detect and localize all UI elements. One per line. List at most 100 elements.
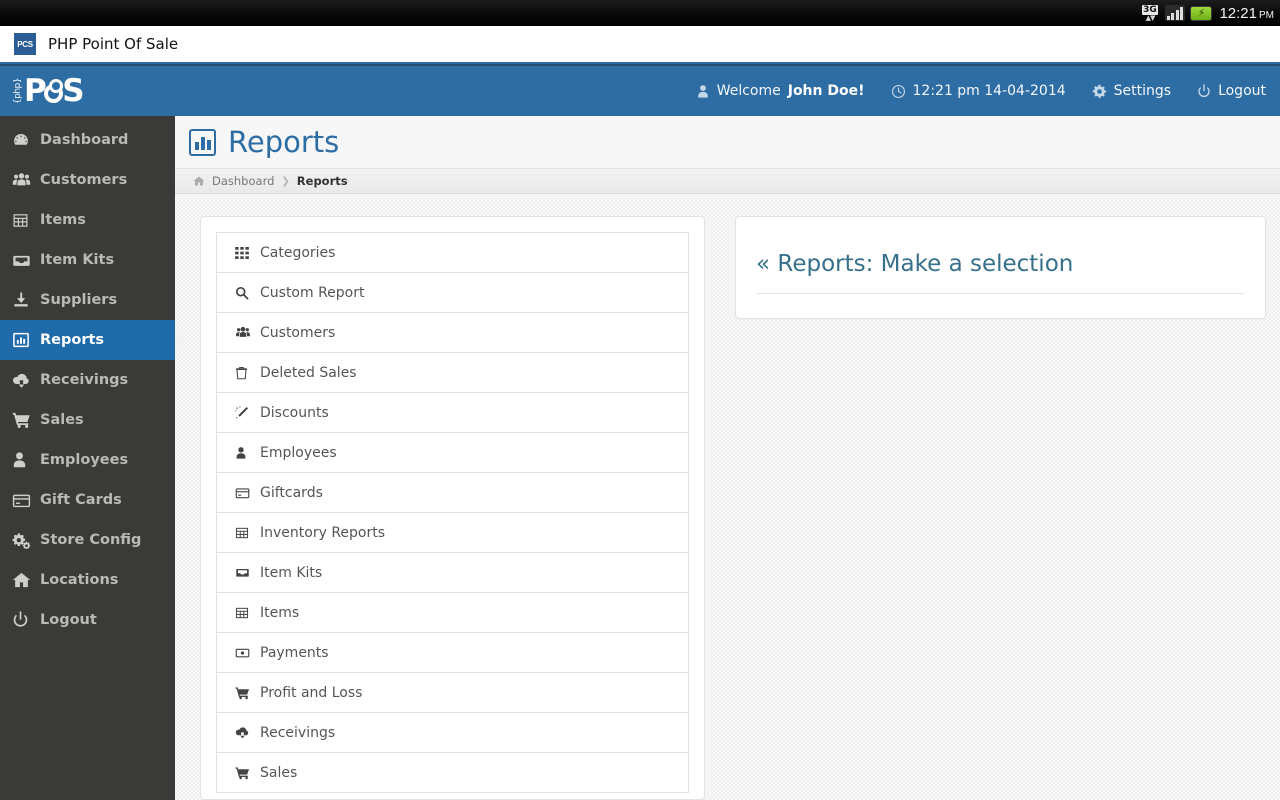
home-icon <box>12 571 40 589</box>
sidebar-item-label: Gift Cards <box>40 492 122 508</box>
credit-card-icon <box>235 487 251 499</box>
sidebar-item-customers[interactable]: Customers <box>0 160 175 200</box>
report-item-item-kits[interactable]: Item Kits <box>217 553 688 593</box>
sidebar-item-label: Items <box>40 212 86 228</box>
report-item-profit-and-loss[interactable]: Profit and Loss <box>217 673 688 713</box>
main-region: Categories Custom Report Customers Delet… <box>175 194 1280 800</box>
breadcrumb-dashboard[interactable]: Dashboard <box>212 174 274 188</box>
user-icon <box>12 451 40 469</box>
selection-title: « Reports: Make a selection <box>756 251 1245 294</box>
brand-circle-glyph <box>44 78 64 103</box>
cogs-icon <box>12 531 40 549</box>
welcome-prefix: Welcome <box>716 83 781 99</box>
status-bar-icons: 3G ▲▼ ⚡ <box>1140 4 1213 22</box>
app-shell: {php} PS Dashboard Customers Items Item … <box>0 64 1280 800</box>
page-header: Reports <box>175 116 1280 168</box>
report-item-employees[interactable]: Employees <box>217 433 688 473</box>
sidebar-item-label: Customers <box>40 172 128 188</box>
report-item-payments[interactable]: Payments <box>217 633 688 673</box>
breadcrumb: Dashboard ❯ Reports <box>175 168 1280 194</box>
sidebar-item-employees[interactable]: Employees <box>0 440 175 480</box>
sidebar-item-locations[interactable]: Locations <box>0 560 175 600</box>
table-grid-icon <box>12 212 40 229</box>
report-item-categories[interactable]: Categories <box>217 233 688 273</box>
phppos-logo: {php} PS <box>13 72 85 109</box>
bar-chart-icon <box>12 331 40 349</box>
clock-icon <box>891 84 906 99</box>
sidebar-item-label: Logout <box>40 612 97 628</box>
sidebar-item-store-config[interactable]: Store Config <box>0 520 175 560</box>
browser-title-bar: PCS PHP Point Of Sale <box>0 26 1280 64</box>
top-header-bar: Welcome John Doe! 12:21 pm 14-04-2014 Se… <box>175 64 1280 116</box>
home-icon <box>193 175 205 187</box>
sidebar-item-gift-cards[interactable]: Gift Cards <box>0 480 175 520</box>
dashboard-gauge-icon <box>12 131 40 149</box>
users-group-icon <box>235 326 251 339</box>
report-item-deleted-sales[interactable]: Deleted Sales <box>217 353 688 393</box>
report-item-receivings[interactable]: Receivings <box>217 713 688 753</box>
users-group-icon <box>12 171 40 189</box>
report-item-label: Customers <box>260 324 336 341</box>
report-item-sales[interactable]: Sales <box>217 753 688 793</box>
report-item-label: Receivings <box>260 724 336 741</box>
sidebar-item-label: Item Kits <box>40 252 115 268</box>
user-icon <box>235 446 251 460</box>
report-item-label: Inventory Reports <box>260 524 386 541</box>
report-item-custom-report[interactable]: Custom Report <box>217 273 688 313</box>
sidebar-item-suppliers[interactable]: Suppliers <box>0 280 175 320</box>
sidebar-item-item-kits[interactable]: Item Kits <box>0 240 175 280</box>
report-item-items[interactable]: Items <box>217 593 688 633</box>
inbox-icon <box>235 566 251 579</box>
breadcrumb-separator: ❯ <box>281 175 290 187</box>
signal-bars-icon <box>1164 5 1186 21</box>
report-item-label: Custom Report <box>260 284 365 301</box>
report-item-giftcards[interactable]: Giftcards <box>217 473 688 513</box>
android-status-bar: 3G ▲▼ ⚡ 12:21 PM <box>0 0 1280 26</box>
user-name: John Doe! <box>787 83 865 99</box>
user-icon <box>696 84 710 99</box>
report-item-discounts[interactable]: Discounts <box>217 393 688 433</box>
page-title: Reports <box>228 125 340 159</box>
shopping-cart-icon <box>235 686 251 700</box>
gear-icon <box>1092 84 1107 99</box>
sidebar-item-sales[interactable]: Sales <box>0 400 175 440</box>
shopping-cart-icon <box>12 411 40 429</box>
logout-label: Logout <box>1218 83 1266 99</box>
sidebar-item-label: Reports <box>40 332 105 348</box>
content-area: Welcome John Doe! 12:21 pm 14-04-2014 Se… <box>175 64 1280 800</box>
sidebar-item-items[interactable]: Items <box>0 200 175 240</box>
sidebar-item-logout[interactable]: Logout <box>0 600 175 640</box>
settings-label: Settings <box>1113 83 1172 99</box>
logout-link[interactable]: Logout <box>1197 83 1266 99</box>
welcome-user[interactable]: Welcome John Doe! <box>696 83 865 99</box>
report-item-customers[interactable]: Customers <box>217 313 688 353</box>
datetime-display: 12:21 pm 14-04-2014 <box>891 83 1066 99</box>
browser-page-title: PHP Point Of Sale <box>48 35 179 53</box>
report-item-label: Categories <box>260 244 336 261</box>
report-item-label: Payments <box>260 644 329 661</box>
power-off-icon <box>1197 83 1211 99</box>
settings-link[interactable]: Settings <box>1092 83 1171 99</box>
sidebar-item-label: Employees <box>40 452 129 468</box>
breadcrumb-current: Reports <box>296 174 348 188</box>
sidebar-item-dashboard[interactable]: Dashboard <box>0 120 175 160</box>
sidebar-item-label: Sales <box>40 412 84 428</box>
magic-wand-icon <box>235 405 251 420</box>
report-item-label: Sales <box>260 764 298 781</box>
sidebar-item-receivings[interactable]: Receivings <box>0 360 175 400</box>
money-bill-icon <box>235 647 251 659</box>
inbox-icon <box>12 252 40 269</box>
3g-network-icon: 3G ▲▼ <box>1142 4 1158 22</box>
brand-logo-area[interactable]: {php} PS <box>0 64 175 116</box>
sidebar-item-label: Locations <box>40 572 119 588</box>
sidebar-item-reports[interactable]: Reports <box>0 320 175 360</box>
report-item-inventory-reports[interactable]: Inventory Reports <box>217 513 688 553</box>
bar-chart-boxed-icon <box>189 128 216 156</box>
brand-pcs-label: PS <box>24 72 85 109</box>
cloud-download-icon <box>12 372 40 389</box>
sidebar-item-label: Store Config <box>40 532 142 548</box>
sidebar-item-label: Suppliers <box>40 292 118 308</box>
report-item-label: Deleted Sales <box>260 364 357 381</box>
search-icon <box>235 286 251 300</box>
report-item-label: Discounts <box>260 404 329 421</box>
